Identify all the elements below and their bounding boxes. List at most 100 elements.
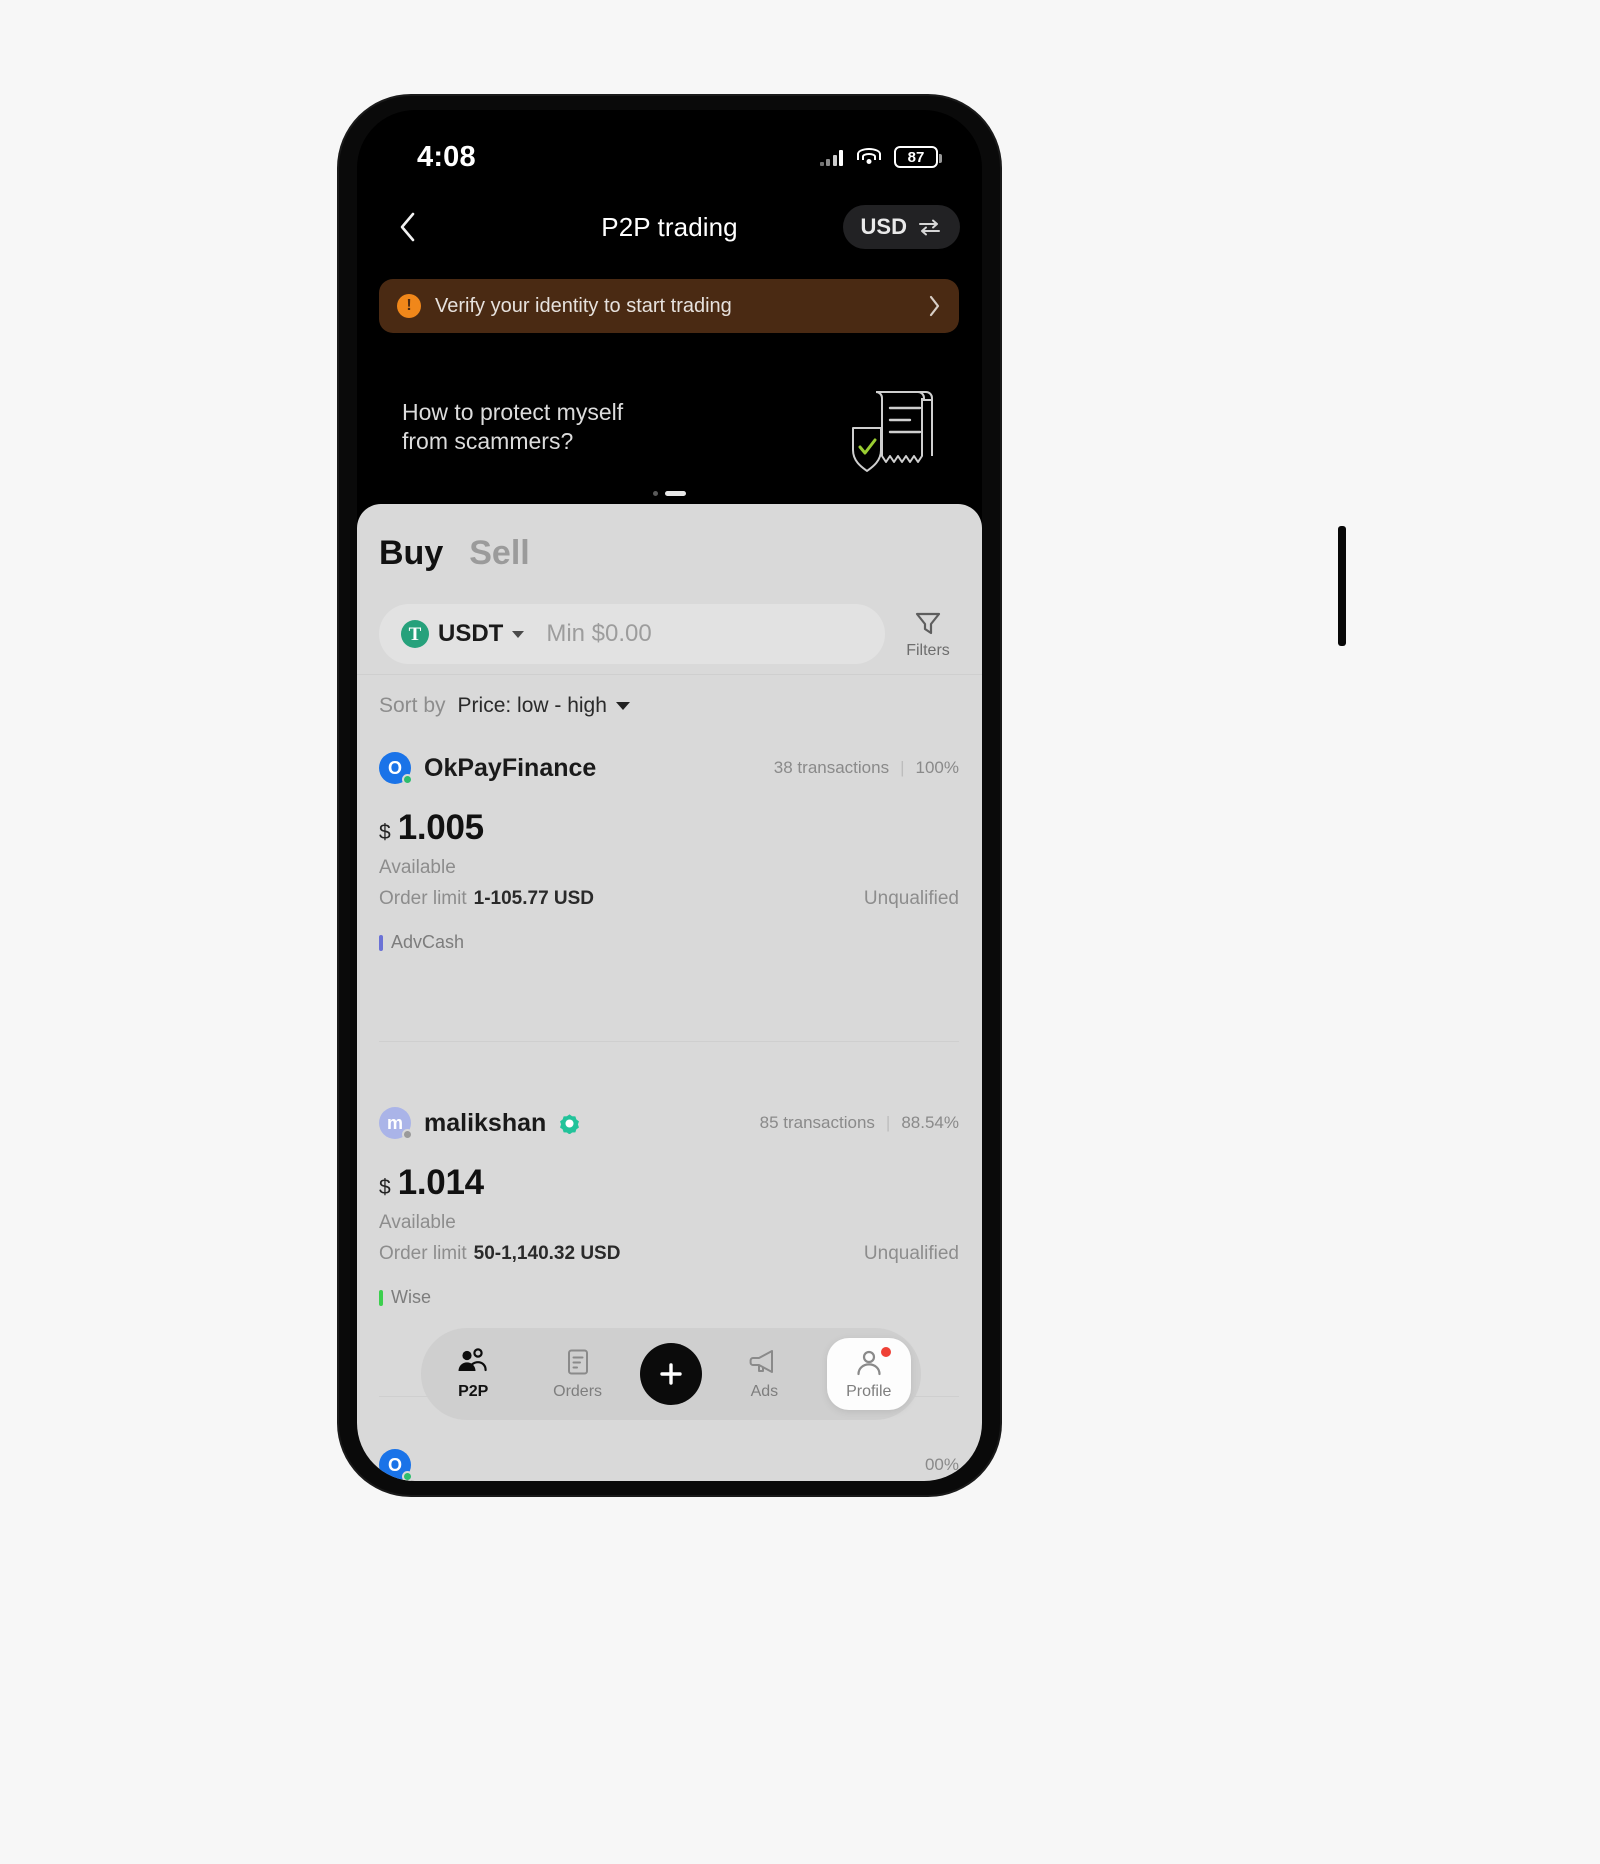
nav-item-p2p[interactable]: P2P — [431, 1347, 515, 1401]
presence-dot-offline — [402, 1129, 413, 1140]
avatar: m — [379, 1107, 413, 1140]
qualification-status: Unqualified — [863, 1243, 959, 1264]
nav-label-profile: Profile — [846, 1383, 892, 1400]
payment-method: AdvCash — [379, 932, 959, 953]
completion-rate: 88.54% — [901, 1113, 959, 1132]
avatar: O — [379, 1449, 413, 1481]
avatar-initial: m — [386, 1113, 403, 1133]
amount-input-placeholder[interactable]: Min $0.00 — [546, 620, 651, 648]
listing-row[interactable]: O 00% $ 1.0 Available 124.08 USDT — [379, 1449, 959, 1481]
order-limit-label: Order limit 50-1,140.32 USD — [379, 1243, 620, 1265]
listing-header: O 00% — [379, 1449, 959, 1481]
buy-sell-tabs: Buy Sell — [379, 534, 530, 573]
listing-row[interactable]: m malikshan 85 transactions | 88.54% $ 1… — [379, 1107, 959, 1308]
funnel-filter-icon — [915, 612, 941, 635]
avatar-initial: O — [387, 1455, 402, 1475]
price-currency-symbol: $ — [379, 1176, 391, 1199]
verify-identity-banner[interactable]: ! Verify your identity to start trading — [379, 279, 959, 333]
stats-separator: | — [900, 758, 905, 777]
merchant-info[interactable]: m malikshan — [379, 1107, 580, 1140]
sort-value-dropdown[interactable]: Price: low - high — [458, 694, 630, 718]
chevron-left-icon — [400, 212, 415, 242]
payment-method-name: AdvCash — [391, 932, 465, 952]
listing-header: O OkPayFinance 38 transactions | 100% — [379, 752, 959, 785]
payment-method: Wise — [379, 1287, 959, 1308]
battery-percent: 87 — [907, 148, 925, 166]
asset-symbol: USDT — [438, 620, 504, 647]
tab-sell[interactable]: Sell — [469, 534, 529, 573]
merchant-stats: 38 transactions | 100% — [774, 758, 959, 778]
price-row: $ 1.005 — [379, 808, 959, 848]
signal-bars-icon — [819, 149, 843, 166]
status-time: 4:08 — [417, 140, 476, 173]
merchant-name: malikshan — [424, 1108, 547, 1137]
sheet-divider — [357, 674, 982, 675]
amount-search-box[interactable]: T USDT Min $0.00 — [379, 604, 885, 664]
back-button[interactable] — [385, 205, 429, 249]
power-button[interactable] — [1338, 526, 1346, 646]
carousel-dot-active[interactable] — [665, 491, 686, 496]
merchant-info[interactable]: O — [379, 1449, 424, 1481]
order-limit-value: 50-1,140.32 USD — [473, 1243, 621, 1264]
verified-badge-icon — [560, 1113, 580, 1134]
currency-selector[interactable]: USD — [842, 205, 960, 249]
app-header: P2P trading USD — [357, 188, 982, 266]
tether-glyph: T — [408, 623, 422, 645]
search-row: T USDT Min $0.00 Filters — [379, 604, 959, 664]
listing-row[interactable]: O OkPayFinance 38 transactions | 100% $ … — [379, 752, 959, 953]
status-bar: 4:08 87 — [357, 110, 982, 188]
carousel-dot[interactable] — [653, 491, 658, 496]
person-icon — [857, 1350, 881, 1376]
order-limit-line: Order limit 1-105.77 USD Unqualified — [379, 888, 959, 910]
screenshot-root: 4:08 87 P2P trading USD ! Verify your id… — [0, 0, 1600, 1864]
filters-button[interactable]: Filters — [897, 608, 959, 660]
document-shield-check-icon — [850, 384, 940, 481]
nav-label-ads: Ads — [750, 1383, 779, 1400]
wifi-icon — [856, 148, 881, 166]
verify-banner-text: Verify your identity to start trading — [435, 294, 732, 317]
listing-header: m malikshan 85 transactions | 88.54% — [379, 1107, 959, 1140]
bottom-navigation: P2P Orders Ads Profile — [421, 1328, 921, 1420]
payment-color-bar — [379, 934, 383, 951]
sort-by-label: Sort by — [379, 694, 446, 717]
payment-color-bar — [379, 1289, 383, 1306]
nav-item-profile[interactable]: Profile — [826, 1338, 911, 1410]
merchant-stats: 00% — [925, 1455, 959, 1475]
sort-bar: Sort by Price: low - high — [379, 694, 630, 718]
qualification-status: Unqualified — [863, 888, 959, 909]
promo-carousel[interactable]: How to protect myself from scammers? — [357, 372, 982, 504]
create-ad-fab-button[interactable] — [639, 1343, 702, 1405]
carousel-dots[interactable] — [357, 491, 982, 496]
tether-logo-icon: T — [401, 620, 429, 648]
currency-label: USD — [860, 214, 907, 239]
sort-value-text: Price: low - high — [457, 694, 607, 717]
avatar: O — [379, 752, 413, 785]
warning-mark: ! — [406, 297, 412, 314]
caret-down-icon — [615, 702, 630, 710]
order-limit-value: 1-105.77 USD — [473, 888, 595, 909]
nav-item-ads[interactable]: Ads — [722, 1347, 806, 1401]
warning-exclamation-icon: ! — [397, 294, 421, 318]
nav-item-orders[interactable]: Orders — [536, 1347, 620, 1401]
nav-label-orders: Orders — [553, 1383, 603, 1400]
price-value: 1.005 — [397, 808, 484, 847]
status-icons: 87 — [819, 146, 942, 168]
megaphone-icon — [749, 1350, 774, 1373]
merchant-info[interactable]: O OkPayFinance — [379, 752, 596, 785]
completion-rate: 100% — [915, 758, 959, 777]
presence-dot-online — [402, 1471, 413, 1481]
price-value: 1.014 — [397, 1163, 484, 1202]
order-limit-text: Order limit — [379, 888, 467, 909]
chevron-right-icon — [929, 295, 940, 317]
battery-icon: 87 — [894, 146, 942, 168]
plus-circle-fab-icon — [660, 1363, 682, 1385]
stats-separator: | — [885, 1113, 891, 1132]
price-currency-symbol: $ — [379, 821, 391, 844]
presence-dot-online — [402, 774, 413, 785]
avatar-initial: O — [387, 758, 402, 778]
asset-selector[interactable]: T USDT — [401, 620, 525, 648]
order-limit-line: Order limit 50-1,140.32 USD Unqualified — [379, 1243, 959, 1265]
tab-buy[interactable]: Buy — [379, 534, 443, 573]
document-list-icon — [567, 1349, 588, 1375]
completion-rate: 00% — [924, 1455, 959, 1474]
